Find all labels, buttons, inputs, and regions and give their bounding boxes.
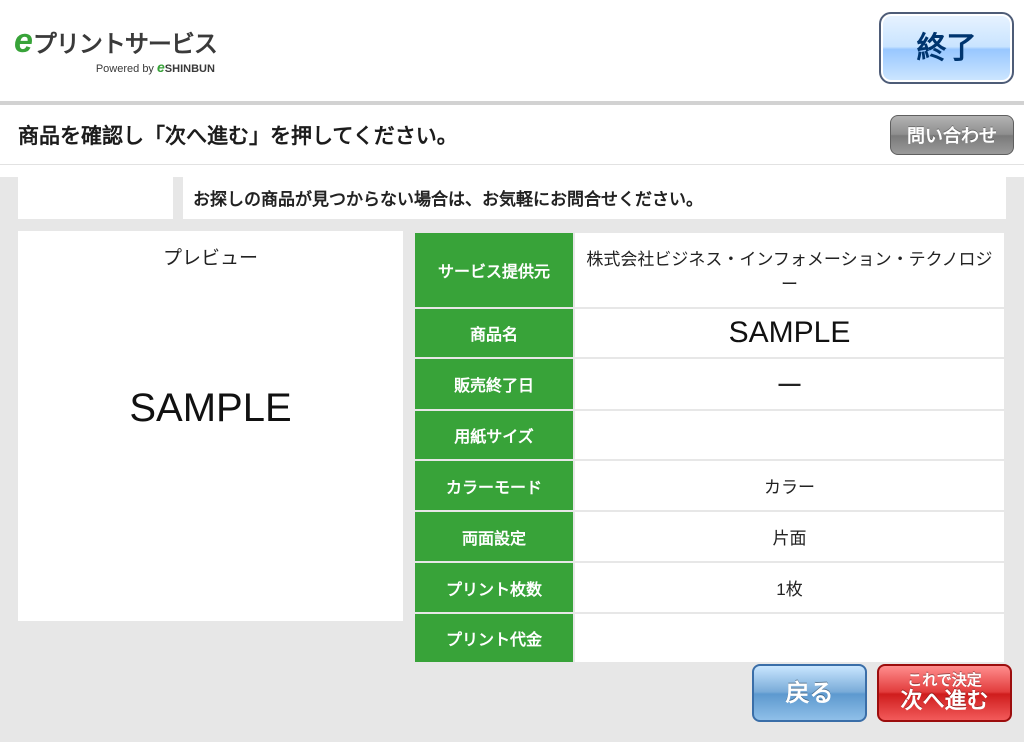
label-sale-end: 販売終了日: [414, 358, 574, 410]
confirm-next-button[interactable]: これで決定 次へ進む: [877, 664, 1012, 722]
row-duplex: 両面設定 片面: [414, 511, 1005, 562]
label-duplex: 両面設定: [414, 511, 574, 562]
page-body: お探しの商品が見つからない場合は、お気軽にお問合せください。 プレビュー SAM…: [0, 177, 1024, 742]
service-logo: eプリントサービス Powered by eSHINBUN: [14, 24, 217, 75]
row-paper-size: 用紙サイズ: [414, 410, 1005, 460]
helper-empty-box: [18, 177, 173, 219]
bottom-button-row: 戻る これで決定 次へ進む: [752, 664, 1012, 722]
exit-button[interactable]: 終了: [879, 12, 1014, 84]
preview-sample-text: SAMPLE: [18, 386, 403, 431]
top-header: eプリントサービス Powered by eSHINBUN 終了: [0, 0, 1024, 105]
confirm-line2: 次へ進む: [900, 689, 988, 713]
instruction-bar: 商品を確認し「次へ進む」を押してください。 問い合わせ: [0, 105, 1024, 165]
logo-shinbun: SHINBUN: [165, 63, 215, 75]
value-product-name: SAMPLE: [574, 308, 1005, 358]
value-provider: 株式会社ビジネス・インフォメーション・テクノロジー: [574, 232, 1005, 308]
product-details-table: サービス提供元 株式会社ビジネス・インフォメーション・テクノロジー 商品名 SA…: [413, 231, 1006, 664]
content-row: プレビュー SAMPLE サービス提供元 株式会社ビジネス・インフォメーション・…: [0, 223, 1024, 664]
row-sale-end: 販売終了日 —: [414, 358, 1005, 410]
label-print-price: プリント代金: [414, 613, 574, 663]
value-print-count: 1枚: [574, 562, 1005, 613]
preview-title: プレビュー: [18, 243, 403, 270]
row-provider: サービス提供元 株式会社ビジネス・インフォメーション・テクノロジー: [414, 232, 1005, 308]
label-paper-size: 用紙サイズ: [414, 410, 574, 460]
label-color-mode: カラーモード: [414, 460, 574, 511]
logo-service-name: プリントサービス: [33, 31, 217, 58]
inquiry-button[interactable]: 問い合わせ: [890, 115, 1014, 155]
label-print-count: プリント枚数: [414, 562, 574, 613]
value-sale-end: —: [574, 358, 1005, 410]
value-paper-size: [574, 410, 1005, 460]
row-print-count: プリント枚数 1枚: [414, 562, 1005, 613]
confirm-line1: これで決定: [907, 673, 982, 690]
label-product-name: 商品名: [414, 308, 574, 358]
label-provider: サービス提供元: [414, 232, 574, 308]
value-print-price: [574, 613, 1005, 663]
row-print-price: プリント代金: [414, 613, 1005, 663]
value-duplex: 片面: [574, 511, 1005, 562]
instruction-text: 商品を確認し「次へ進む」を押してください。: [18, 120, 458, 150]
row-color-mode: カラーモード カラー: [414, 460, 1005, 511]
preview-panel: プレビュー SAMPLE: [18, 231, 403, 621]
logo-powered-by: Powered by: [96, 63, 154, 75]
row-product-name: 商品名 SAMPLE: [414, 308, 1005, 358]
helper-text: お探しの商品が見つからない場合は、お気軽にお問合せください。: [183, 177, 1006, 219]
helper-strip: お探しの商品が見つからない場合は、お気軽にお問合せください。: [18, 177, 1006, 219]
back-button[interactable]: 戻る: [752, 664, 867, 722]
value-color-mode: カラー: [574, 460, 1005, 511]
